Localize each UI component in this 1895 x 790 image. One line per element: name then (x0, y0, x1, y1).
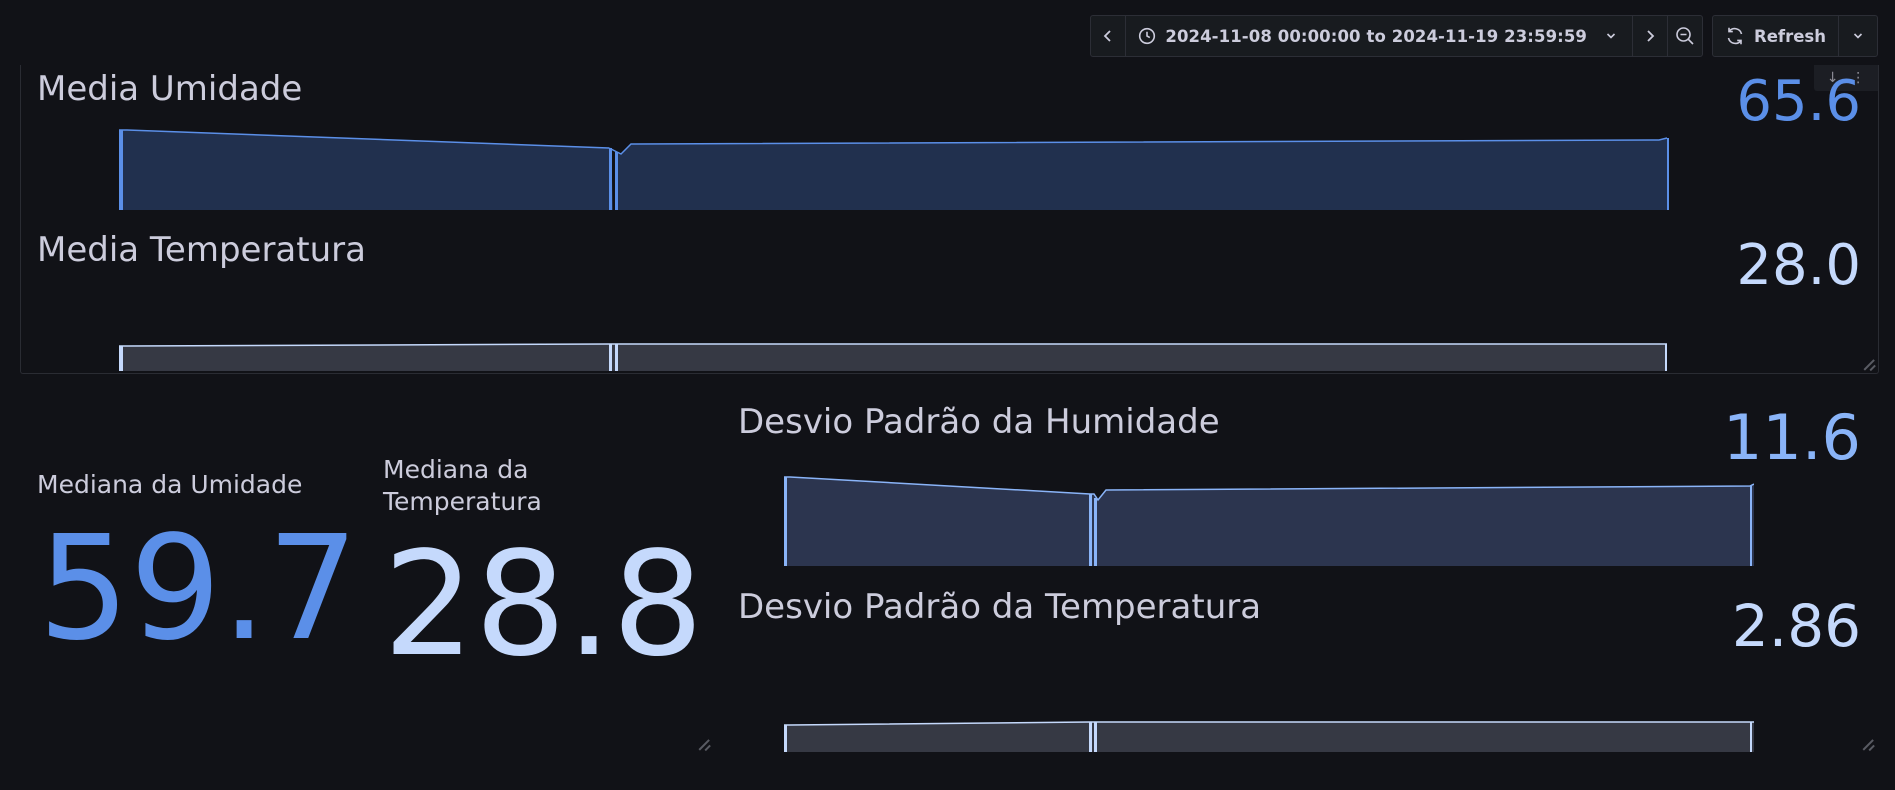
desvio-temperatura-value: 2.86 (1731, 592, 1861, 660)
time-range-back-button[interactable] (1091, 16, 1127, 56)
refresh-group: Refresh (1712, 15, 1878, 57)
panel-resize-handle[interactable] (1863, 358, 1875, 370)
mediana-temperatura-value: 28.8 (383, 520, 704, 688)
time-picker-group: 2024-11-08 00:00:00 to 2024-11-19 23:59:… (1090, 15, 1704, 57)
chevron-down-icon (1606, 33, 1616, 39)
zoom-out-button[interactable] (1668, 16, 1702, 56)
media-temperatura-value: 28.0 (1736, 233, 1861, 298)
desvios-panel[interactable] (730, 390, 1877, 755)
time-range-picker[interactable]: 2024-11-08 00:00:00 to 2024-11-19 23:59:… (1126, 16, 1634, 56)
media-umidade-value: 65.6 (1736, 74, 1861, 126)
mediana-umidade-value: 59.7 (38, 504, 359, 672)
clock-icon (1139, 27, 1156, 45)
media-umidade-sparkline (119, 129, 1669, 210)
desvio-humidade-title: Desvio Padrão da Humidade (738, 402, 1220, 442)
mediana-temperatura-title: Mediana da Temperatura (383, 455, 542, 516)
dashboard-toolbar: 2024-11-08 00:00:00 to 2024-11-19 23:59:… (1090, 15, 1878, 57)
time-range-label: 2024-11-08 00:00:00 to 2024-11-19 23:59:… (1165, 26, 1588, 46)
chevron-left-icon (1104, 30, 1111, 42)
refresh-interval-dropdown[interactable] (1839, 16, 1877, 56)
refresh-label: Refresh (1754, 26, 1826, 46)
panel-resize-handle[interactable] (698, 738, 710, 750)
time-range-forward-button[interactable] (1633, 16, 1669, 56)
media-temperatura-title: Media Temperatura (37, 230, 366, 270)
chevron-down-icon (1853, 33, 1863, 39)
desvio-temperatura-sparkline (784, 721, 1754, 752)
desvio-humidade-value: 11.6 (1722, 401, 1861, 474)
panel-resize-handle[interactable] (1862, 738, 1874, 750)
media-stats-panel[interactable]: ↓ ⋮ (20, 65, 1879, 374)
chevron-right-icon (1647, 30, 1655, 42)
media-temperatura-sparkline (119, 343, 1667, 371)
refresh-button[interactable]: Refresh (1713, 16, 1839, 56)
refresh-icon (1727, 27, 1743, 45)
desvio-temperatura-title: Desvio Padrão da Temperatura (738, 587, 1262, 627)
desvio-humidade-sparkline (784, 476, 1754, 566)
mediana-umidade-title: Mediana da Umidade (37, 470, 303, 499)
zoom-out-icon (1676, 27, 1694, 45)
media-umidade-title: Media Umidade (37, 69, 303, 109)
